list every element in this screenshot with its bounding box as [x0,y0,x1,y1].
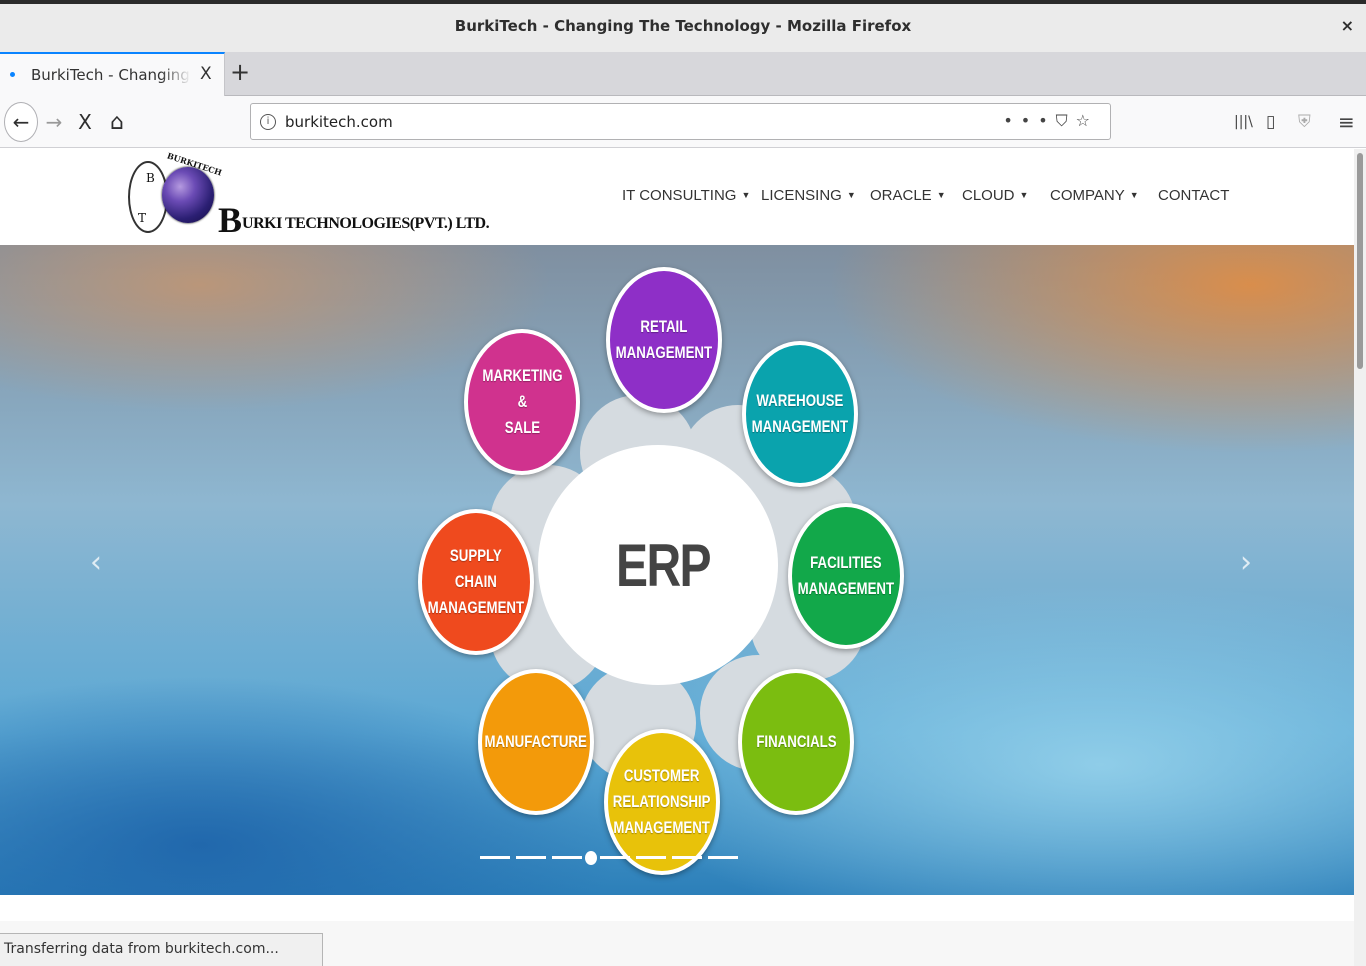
forward-arrow-icon: → [45,110,63,134]
tab-burkitech[interactable]: BurkiTech - Changing The Technology X [0,52,225,96]
sidebar-icon: ▯ [1266,112,1276,132]
caret-down-icon: ▼ [1019,190,1029,200]
erp-title: ERP [616,532,712,599]
caret-down-icon: ▼ [846,190,856,200]
menu-item-oracle[interactable]: ORACLE ▼ [870,187,946,204]
menu-label: CONTACT [1158,187,1230,204]
carousel-indicator[interactable] [600,856,630,859]
library-button[interactable]: |||\ [1234,96,1253,148]
bookmark-star-icon[interactable]: ☆ [1076,111,1098,130]
home-button[interactable]: ⌂ [104,96,130,148]
page-scrollbar[interactable] [1354,149,1366,966]
site-info-icon[interactable]: i [260,114,276,130]
carousel-indicators [480,851,740,867]
url-bar[interactable]: i burkitech.com •••⛉☆ [250,103,1111,140]
caret-down-icon: ▼ [936,190,946,200]
carousel-indicator[interactable] [636,856,666,859]
menu-item-licensing[interactable]: LICENSING ▼ [761,187,856,204]
new-tab-button[interactable]: + [230,58,250,86]
menu-item-contact[interactable]: CONTACT [1158,187,1229,204]
carousel-indicator[interactable] [480,856,510,859]
erp-node-warehouse: WAREHOUSE MANAGEMENT [742,341,858,487]
tab-strip: BurkiTech - Changing The Technology X + [0,52,1366,96]
erp-node-retail: RETAIL MANAGEMENT [606,267,722,413]
page-actions-icon[interactable]: ••• [1003,111,1055,130]
erp-node-financials: FINANCIALS [738,669,854,815]
menu-item-cloud[interactable]: CLOUD ▼ [962,187,1028,204]
erp-node-supply-chain: SUPPLY CHAIN MANAGEMENT [418,509,534,655]
erp-node-label: MANUFACTURE [484,732,588,751]
status-bar: Transferring data from burkitech.com... [0,933,323,966]
erp-node-label: CUSTOMER RELATIONSHIP MANAGEMENT [613,766,711,837]
carousel-indicator[interactable] [516,856,546,859]
carousel-indicator-active[interactable] [585,851,597,865]
erp-node-marketing: MARKETING & SALE [464,329,580,475]
scrollbar-thumb[interactable] [1357,153,1363,369]
erp-node-label: SUPPLY CHAIN MANAGEMENT [427,546,525,617]
erp-node-label: WAREHOUSE MANAGEMENT [751,391,849,436]
window-titlebar: BurkiTech - Changing The Technology - Mo… [0,0,1366,52]
logo-letter-b: B [146,171,155,185]
erp-node-label: FACILITIES MANAGEMENT [797,553,895,598]
home-icon: ⌂ [110,109,124,135]
window-title: BurkiTech - Changing The Technology - Mo… [454,17,912,35]
hero-carousel: ‹ › ERP RETAIL MANAGEMENT WAREHOUSE MANA… [0,245,1354,895]
carousel-prev-button[interactable]: ‹ [90,545,102,580]
menu-button[interactable]: ≡ [1338,96,1355,148]
back-arrow-icon: ← [12,110,30,134]
carousel-indicator[interactable] [552,856,582,859]
carousel-indicator[interactable] [708,856,738,859]
stop-icon: X [78,110,92,134]
erp-node-label: MARKETING & SALE [481,366,563,437]
menu-item-it-consulting[interactable]: IT CONSULTING ▼ [622,187,750,204]
navigation-toolbar: ← → X ⌂ i burkitech.com •••⛉☆ |||\ ▯ ⛨ ≡ [0,96,1366,148]
menu-label: CLOUD [962,187,1015,204]
stop-button[interactable]: X [74,96,96,148]
caret-down-icon: ▼ [1129,190,1139,200]
menu-label: IT CONSULTING [622,187,737,204]
url-text[interactable]: burkitech.com [285,113,393,131]
hamburger-menu-icon: ≡ [1338,110,1355,134]
carousel-indicator[interactable] [672,856,702,859]
forward-button[interactable]: → [42,96,66,148]
shield-button[interactable]: ⛨ [1298,96,1311,148]
site-header: B T BURKITECH BURKI TECHNOLOGIES(PVT.) L… [0,149,1354,245]
erp-node-label: FINANCIALS [755,732,837,751]
menu-label: COMPANY [1050,187,1125,204]
logo-letter-t: T [138,211,147,225]
menu-label: LICENSING [761,187,842,204]
erp-node-facilities: FACILITIES MANAGEMENT [788,503,904,649]
page-content: B T BURKITECH BURKI TECHNOLOGIES(PVT.) L… [0,149,1354,966]
window-close-button[interactable]: × [1341,16,1354,35]
caret-down-icon: ▼ [741,190,751,200]
sidebar-button[interactable]: ▯ [1266,96,1275,148]
back-button[interactable]: ← [4,102,38,142]
tab-title: BurkiTech - Changing The Technology [31,66,191,84]
carousel-next-button[interactable]: › [1240,545,1252,580]
shield-icon: ⛨ [1298,112,1311,132]
main-menu: IT CONSULTING ▼ LICENSING ▼ ORACLE ▼ CLOUD ▼… [0,187,1354,209]
pocket-icon[interactable]: ⛉ [1056,111,1076,130]
library-icon: |||\ [1234,114,1253,130]
erp-node-label: RETAIL MANAGEMENT [615,317,713,362]
menu-label: ORACLE [870,187,932,204]
tab-close-button[interactable]: X [200,64,212,84]
company-name-rest: URKI TECHNOLOGIES(PVT.) LTD. [242,215,490,232]
erp-node-manufacture: MANUFACTURE [478,669,594,815]
menu-item-company[interactable]: COMPANY ▼ [1050,187,1139,204]
loading-dot-icon [10,72,15,77]
